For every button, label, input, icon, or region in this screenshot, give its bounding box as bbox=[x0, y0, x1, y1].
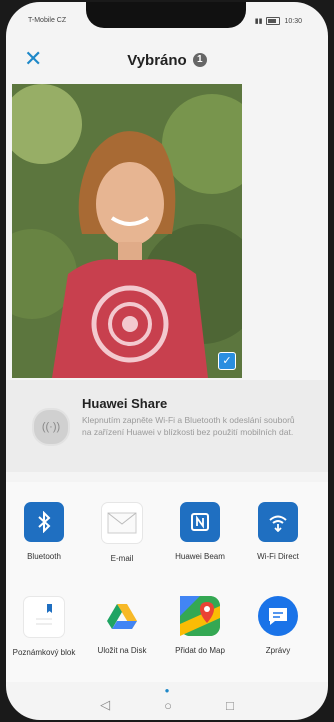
back-icon[interactable]: ◁ bbox=[100, 697, 110, 713]
title-text: Vybráno bbox=[127, 51, 187, 69]
app-huawei-beam[interactable]: Huawei Beam bbox=[162, 502, 238, 562]
share-targets-grid: Bluetooth E-mail Huawei Beam Wi-Fi Direc… bbox=[6, 482, 328, 682]
app-label: Zprávy bbox=[265, 646, 291, 655]
app-label: Uložit na Disk bbox=[97, 646, 147, 655]
app-bluetooth[interactable]: Bluetooth bbox=[6, 502, 82, 562]
app-email[interactable]: E-mail bbox=[84, 502, 160, 564]
wifi-direct-icon bbox=[258, 502, 298, 542]
close-icon[interactable]: ✕ bbox=[24, 48, 42, 70]
huawei-share-panel[interactable]: ((·)) Huawei Share Klepnutím zapněte Wi-… bbox=[6, 380, 328, 472]
selected-photo[interactable]: ✓ bbox=[12, 84, 242, 378]
selected-count-badge: 1 bbox=[192, 53, 207, 67]
app-label: Huawei Beam bbox=[175, 552, 225, 561]
app-notepad[interactable]: Poznámkový blok bbox=[6, 596, 82, 658]
app-google-maps[interactable]: Přidat do Map bbox=[162, 596, 238, 656]
phone-screen: T-Mobile CZ ▮▮ 10:30 ✕ Vybráno 1 ✓ ((·))… bbox=[6, 2, 328, 720]
google-drive-icon bbox=[102, 596, 142, 636]
app-label: Poznámkový blok bbox=[12, 648, 76, 657]
app-label: E-mail bbox=[110, 554, 134, 563]
status-bar: T-Mobile CZ ▮▮ 10:30 bbox=[6, 2, 328, 36]
app-messages[interactable]: Zprávy bbox=[240, 596, 316, 656]
app-label: Wi-Fi Direct bbox=[257, 552, 299, 561]
app-google-drive[interactable]: Uložit na Disk bbox=[84, 596, 160, 656]
portrait-image bbox=[12, 84, 242, 378]
check-icon[interactable]: ✓ bbox=[218, 352, 236, 370]
page-title: Vybráno 1 bbox=[127, 51, 207, 69]
huawei-share-title: Huawei Share bbox=[82, 396, 168, 411]
bluetooth-icon bbox=[24, 502, 64, 542]
app-wifi-direct[interactable]: Wi-Fi Direct bbox=[240, 502, 316, 562]
carrier-label: T-Mobile CZ bbox=[28, 17, 67, 24]
app-label: Bluetooth bbox=[27, 552, 61, 561]
signal-icon: ▮▮ bbox=[254, 18, 263, 25]
status-right: ▮▮ 10:30 bbox=[255, 17, 302, 25]
app-label: Přidat do Map bbox=[175, 646, 225, 655]
nav-bar: ◁ ○ □ bbox=[6, 690, 328, 720]
messages-icon bbox=[258, 596, 298, 636]
home-icon[interactable]: ○ bbox=[164, 698, 172, 713]
huawei-share-icon: ((·)) bbox=[32, 408, 70, 446]
clock: 10:30 bbox=[284, 17, 302, 25]
recents-icon[interactable]: □ bbox=[226, 698, 234, 713]
battery-icon bbox=[266, 17, 281, 25]
notepad-icon bbox=[23, 596, 65, 638]
huawei-share-description: Klepnutím zapněte Wi-Fi a Bluetooth k od… bbox=[82, 415, 295, 437]
nfc-icon bbox=[180, 502, 220, 542]
email-icon bbox=[101, 502, 143, 544]
google-maps-icon bbox=[180, 596, 220, 636]
top-bar: ✕ Vybráno 1 bbox=[6, 42, 328, 78]
camera-notch bbox=[86, 2, 246, 28]
